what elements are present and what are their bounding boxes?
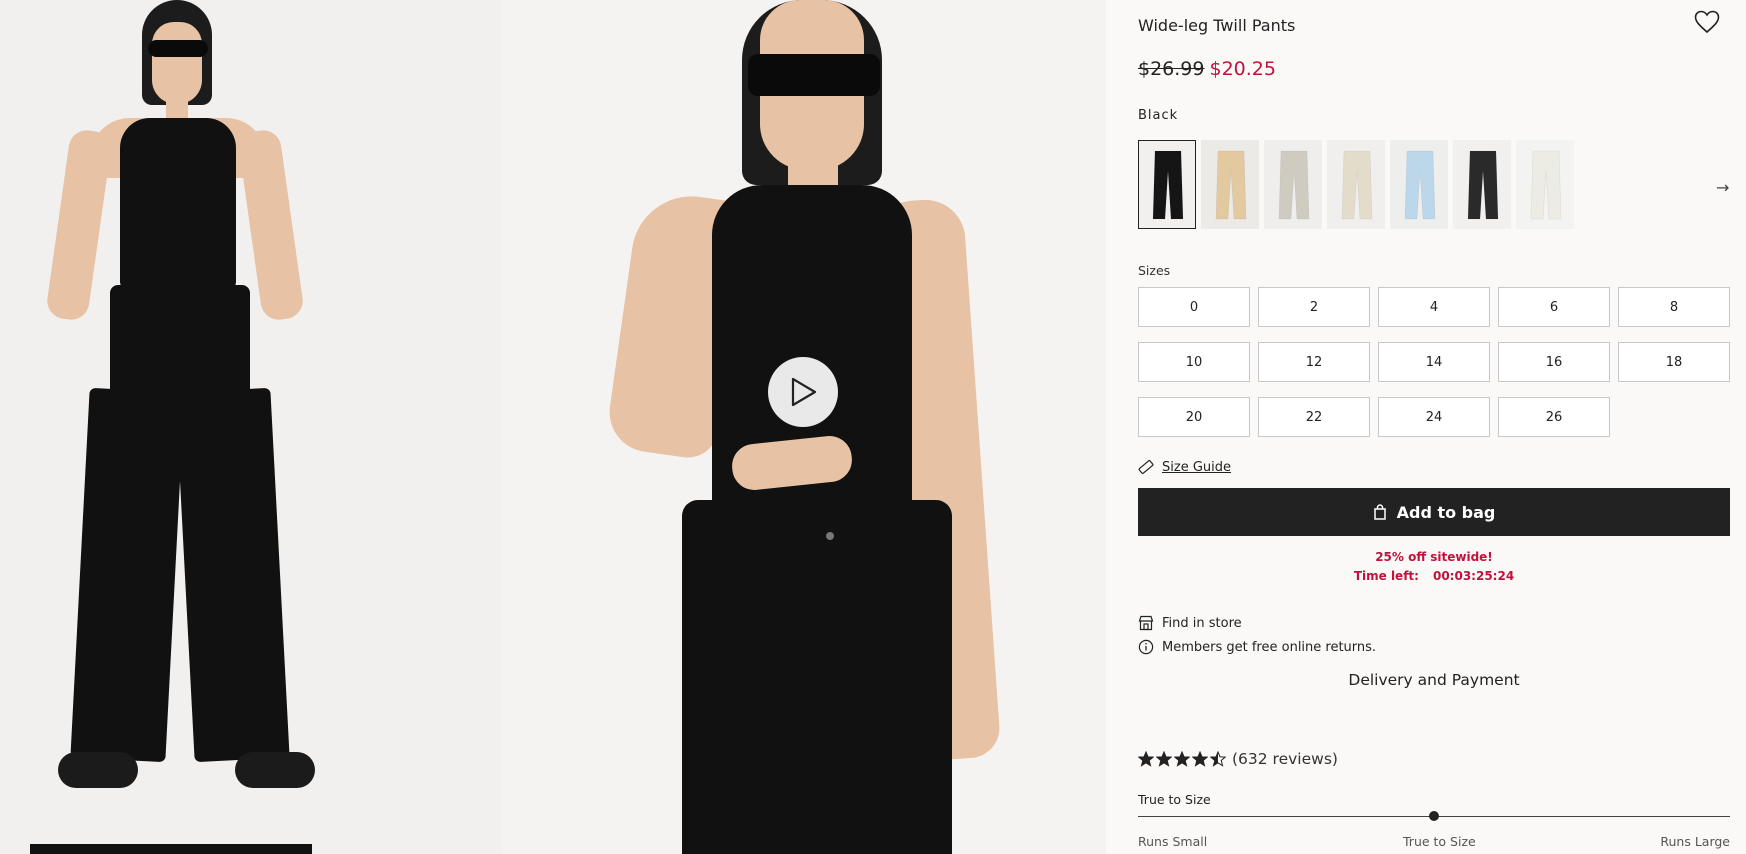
size-option[interactable]: 16: [1498, 342, 1610, 382]
reviews-summary[interactable]: (632 reviews): [1138, 750, 1338, 768]
color-swatch-list: [1138, 140, 1574, 229]
product-video-thumbnail[interactable]: [502, 0, 1106, 854]
star-icon: [1192, 751, 1208, 767]
fit-scale-min: Runs Small: [1138, 834, 1208, 849]
heart-icon: [1694, 10, 1720, 34]
color-swatch[interactable]: [1201, 140, 1259, 229]
bag-icon: [1373, 504, 1386, 520]
size-option[interactable]: 18: [1618, 342, 1730, 382]
size-option[interactable]: 12: [1258, 342, 1370, 382]
size-options: 0 2 4 6 8 10 12 14 16 18 20 22 24 26: [1138, 287, 1730, 437]
size-option[interactable]: 20: [1138, 397, 1250, 437]
play-video-button[interactable]: [768, 357, 838, 427]
pants-thumbnail-icon: [1404, 150, 1436, 220]
star-icon: [1156, 751, 1172, 767]
delivery-and-payment-toggle[interactable]: Delivery and Payment: [1138, 671, 1730, 689]
play-icon: [791, 377, 817, 407]
pants-thumbnail-icon: [1530, 150, 1562, 220]
model-figure: [44, 0, 315, 800]
fit-rating-label: True to Size: [1138, 792, 1211, 807]
size-option[interactable]: 0: [1138, 287, 1250, 327]
promo-headline: 25% off sitewide!: [1375, 550, 1493, 564]
promo-time-label: Time left:: [1353, 569, 1419, 583]
fit-scale-max: Runs Large: [1660, 834, 1730, 849]
color-swatch[interactable]: [1453, 140, 1511, 229]
size-option[interactable]: 4: [1378, 287, 1490, 327]
sizes-label: Sizes: [1138, 263, 1171, 278]
size-option[interactable]: 22: [1258, 397, 1370, 437]
members-returns-note: Members get free online returns.: [1138, 639, 1376, 655]
pants-thumbnail-icon: [1215, 150, 1247, 220]
promo-countdown: 00:03:25:24: [1432, 569, 1515, 583]
original-price: $26.99: [1138, 58, 1205, 80]
star-icon: [1138, 751, 1154, 767]
add-to-bag-label: Add to bag: [1396, 502, 1496, 522]
color-swatch[interactable]: [1327, 140, 1385, 229]
selected-color-name: Black: [1138, 108, 1179, 123]
star-rating: [1138, 751, 1226, 767]
color-swatch[interactable]: [1264, 140, 1322, 229]
arrow-right-icon[interactable]: →: [1716, 178, 1729, 197]
star-icon: [1210, 751, 1226, 767]
size-option[interactable]: 8: [1618, 287, 1730, 327]
info-icon: [1138, 639, 1154, 655]
pants-thumbnail-icon: [1152, 150, 1184, 220]
members-returns-text: Members get free online returns.: [1162, 639, 1377, 655]
sale-price: $20.25: [1209, 58, 1276, 80]
size-option[interactable]: 14: [1378, 342, 1490, 382]
size-option[interactable]: 2: [1258, 287, 1370, 327]
add-to-favorites-button[interactable]: [1694, 10, 1722, 36]
color-swatch[interactable]: [1516, 140, 1574, 229]
find-in-store-label: Find in store: [1162, 615, 1242, 631]
product-details-panel: Wide-leg Twill Pants $26.99 $20.25 Black …: [1138, 0, 1730, 854]
add-to-bag-button[interactable]: Add to bag: [1138, 488, 1730, 536]
size-guide-label: Size Guide: [1162, 459, 1231, 475]
pants-thumbnail-icon: [1467, 150, 1499, 220]
size-guide-link[interactable]: Size Guide: [1138, 459, 1231, 475]
product-title: Wide-leg Twill Pants: [1138, 16, 1296, 35]
promo-banner: 25% off sitewide! Time left: 00:03:25:24: [1138, 548, 1730, 586]
store-icon: [1138, 615, 1154, 631]
color-swatch[interactable]: [1390, 140, 1448, 229]
size-option[interactable]: 6: [1498, 287, 1610, 327]
size-option[interactable]: 24: [1378, 397, 1490, 437]
star-icon: [1174, 751, 1190, 767]
pants-thumbnail-icon: [1278, 150, 1310, 220]
size-option[interactable]: 10: [1138, 342, 1250, 382]
pants-thumbnail-icon: [1341, 150, 1373, 220]
find-in-store-link[interactable]: Find in store: [1138, 615, 1242, 631]
color-swatch[interactable]: [1138, 140, 1196, 229]
product-photo-full-body[interactable]: [0, 0, 502, 854]
fit-scale-indicator[interactable]: [1429, 811, 1439, 821]
ruler-icon: [1138, 460, 1154, 474]
model-closeup-figure: [582, 0, 1022, 854]
reviews-count: (632 reviews): [1232, 750, 1338, 768]
size-option[interactable]: 26: [1498, 397, 1610, 437]
next-photo-preview[interactable]: [30, 844, 312, 854]
price-block: $26.99 $20.25: [1138, 58, 1276, 80]
fit-scale-mid: True to Size: [1403, 834, 1476, 849]
